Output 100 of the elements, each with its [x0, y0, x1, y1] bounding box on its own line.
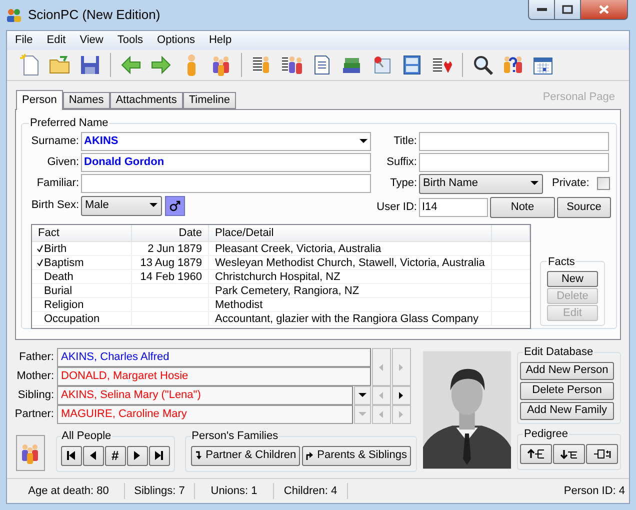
tab[interactable]: Timeline: [182, 92, 236, 109]
field-label: Title:: [392, 134, 418, 149]
note-button[interactable]: Note: [490, 196, 555, 218]
last-button[interactable]: [148, 446, 170, 466]
next-icon: [132, 450, 142, 461]
group-title: Preferred Name: [29, 116, 110, 131]
dropdown-arrow-icon: [358, 391, 367, 400]
down-arrow-icon: [194, 451, 203, 460]
group-title: Facts: [547, 254, 576, 270]
field-label: Partner:: [14, 407, 55, 422]
table-cell: Religion: [32, 298, 132, 312]
family-view-button[interactable]: Partner & Children: [190, 446, 300, 466]
database-button[interactable]: Delete Person: [520, 382, 614, 400]
back-arrow-icon: [119, 53, 143, 77]
tab[interactable]: Attachments: [110, 92, 183, 109]
field-label: Sibling:: [16, 388, 55, 403]
relative-field[interactable]: MAGUIRE, Caroline Mary: [57, 405, 353, 424]
first-icon: [66, 450, 76, 461]
tab[interactable]: Person: [16, 90, 63, 110]
tab[interactable]: Names: [62, 92, 110, 109]
dropdown-arrow-icon: [530, 179, 539, 188]
menu-item[interactable]: Options: [150, 32, 202, 49]
pedigree-button[interactable]: [586, 444, 618, 464]
group-title: Edit Database: [523, 345, 594, 360]
given-name-field[interactable]: Donald Gordon: [81, 152, 371, 172]
group-title: Pedigree: [523, 427, 570, 442]
menu-item[interactable]: View: [72, 32, 110, 49]
index-button[interactable]: #: [104, 446, 126, 466]
app-icon: [6, 7, 22, 23]
family-view-button[interactable]: Parents & Siblings: [302, 446, 411, 466]
status-text: Unions: 1: [210, 484, 258, 499]
suffix-field[interactable]: [419, 152, 609, 172]
table-cell: Baptism: [32, 256, 132, 270]
table-cell: Pleasant Creek, Victoria, Australia: [209, 242, 492, 256]
close-button[interactable]: [581, 0, 628, 20]
birth-sex-dropdown[interactable]: Male: [81, 196, 162, 216]
table-cell: Christchurch Hospital, NZ: [209, 270, 492, 284]
window-title: ScionPC (New Edition): [28, 6, 160, 24]
save-icon: [78, 53, 102, 77]
table-cell: Death: [32, 270, 132, 284]
title-field[interactable]: [419, 132, 609, 150]
dropdown-arrow-icon: [358, 410, 367, 419]
previous-icon: [88, 450, 98, 461]
dropdown-arrow-icon: [149, 201, 158, 210]
menu-item[interactable]: Help: [202, 32, 239, 49]
field-label: Given:: [46, 154, 80, 170]
table-cell: Wesleyan Methodist Church, Stawell, Victoria, Australia: [209, 256, 492, 270]
menu-item[interactable]: Edit: [40, 32, 73, 49]
up-arrow-icon: [306, 451, 314, 460]
restore-button[interactable]: [555, 0, 581, 20]
field-label: Suffix:: [386, 154, 418, 170]
family-button[interactable]: [16, 435, 45, 471]
pedigree-step-icon: [593, 448, 611, 460]
descendants-icon: [560, 448, 578, 460]
minimize-button[interactable]: [528, 0, 555, 20]
status-text: Person ID: 4: [564, 484, 625, 499]
field-label: Mother:: [16, 369, 55, 384]
pedigree-button[interactable]: [520, 444, 552, 464]
menu-item[interactable]: File: [8, 32, 40, 49]
table-cell: Occupation: [32, 312, 132, 326]
surname-field[interactable]: AKINS: [81, 132, 371, 150]
column-header[interactable]: Fact: [32, 224, 132, 241]
menu-item[interactable]: Tools: [110, 32, 150, 49]
familiar-name-field[interactable]: [81, 174, 371, 192]
field-label: User ID:: [376, 200, 418, 215]
next-button[interactable]: [392, 386, 411, 405]
minimize-icon: [536, 8, 546, 11]
relative-field[interactable]: AKINS, Charles Alfred: [57, 348, 371, 367]
search-icon: [471, 53, 495, 77]
group-title: Person's Families: [190, 429, 280, 444]
pedigree-button[interactable]: [553, 444, 585, 464]
previous-button[interactable]: [82, 446, 104, 466]
private-checkbox[interactable]: [597, 177, 610, 190]
male-symbol-icon: [165, 196, 185, 216]
status-text: Siblings: 7: [134, 484, 185, 499]
table-cell: Accountant, glazier with the Rangiora Glass Company: [209, 312, 492, 326]
column-header[interactable]: Date: [132, 224, 209, 241]
person-icon: [186, 54, 196, 76]
left-arrow-icon: [377, 391, 386, 400]
table-cell: Methodist: [209, 298, 492, 312]
name-type-dropdown[interactable]: Birth Name: [419, 174, 543, 194]
relative-field[interactable]: DONALD, Margaret Hosie: [57, 367, 371, 386]
ancestors-icon: [527, 448, 545, 460]
user-id-field[interactable]: I14: [419, 198, 488, 216]
dropdown-button[interactable]: [354, 386, 371, 405]
column-header[interactable]: Place/Detail: [209, 224, 492, 241]
last-icon: [154, 450, 164, 461]
database-button[interactable]: Add New Person: [520, 362, 614, 380]
source-button[interactable]: Source: [557, 196, 611, 218]
table-cell: 14 Feb 1960: [132, 270, 209, 284]
field-label: Birth Sex:: [30, 198, 80, 214]
database-button[interactable]: Add New Family: [520, 402, 614, 420]
table-cell: 2 Jun 1879: [132, 242, 209, 256]
close-icon: [599, 5, 609, 14]
table-cell: Burial: [32, 284, 132, 298]
relative-field[interactable]: AKINS, Selina Mary ("Lena"): [57, 386, 353, 405]
fact-button[interactable]: New: [547, 271, 598, 287]
next-button[interactable]: [126, 446, 148, 466]
first-button[interactable]: [60, 446, 82, 466]
field-label: Type:: [389, 176, 418, 192]
